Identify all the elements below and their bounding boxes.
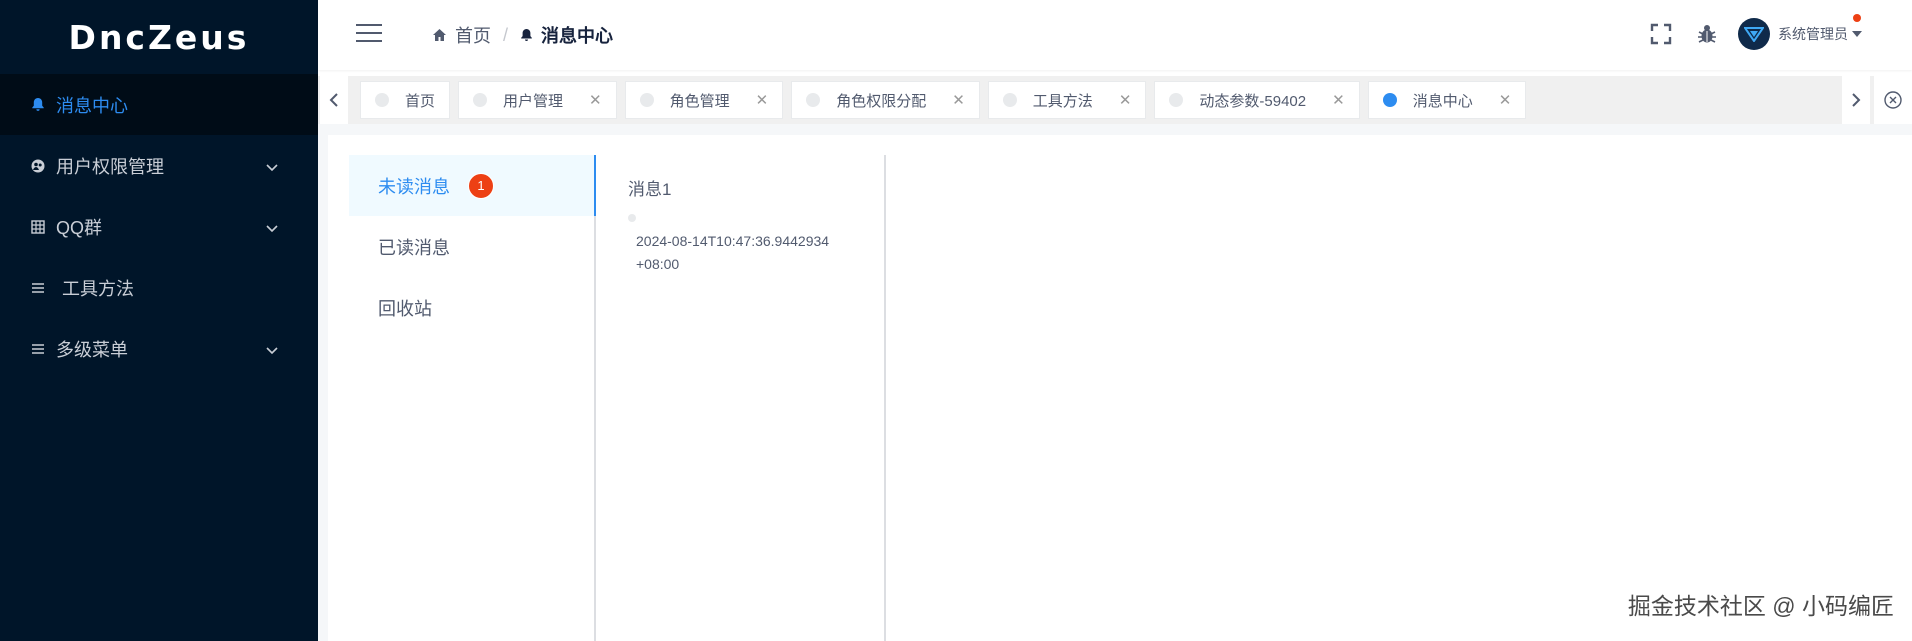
tag-tools[interactable]: 工具方法 ✕ (987, 81, 1147, 119)
grid-icon (28, 219, 48, 234)
close-icon[interactable]: ✕ (756, 91, 769, 109)
scroll-right-button[interactable] (1842, 76, 1870, 124)
tag-user-management[interactable]: 用户管理 ✕ (458, 81, 617, 119)
chevron-down-icon (266, 338, 278, 359)
sidebar-item-label: QQ群 (56, 217, 103, 238)
tag-label: 工具方法 (1032, 92, 1093, 110)
sidebar-item-message-center[interactable]: 消息中心 (0, 74, 318, 135)
bug-icon[interactable] (1696, 23, 1718, 45)
close-icon[interactable]: ✕ (1499, 91, 1512, 109)
breadcrumb-label: 首页 (455, 26, 491, 46)
tag-dot (473, 93, 488, 107)
tag-dot (1002, 93, 1017, 107)
menu-item-label: 已读消息 (378, 237, 450, 258)
tag-list: 首页 用户管理 ✕ 角色管理 ✕ 角色权限分配 ✕ 工具方法 ✕ 动态参数-59… (360, 81, 1534, 119)
list-icon (28, 343, 48, 355)
chevron-left-icon (329, 93, 338, 107)
sidebar-item-label: 工具方法 (62, 278, 134, 299)
tag-label: 角色管理 (669, 92, 730, 110)
tag-dot (1382, 93, 1397, 107)
tag-home[interactable]: 首页 (360, 81, 451, 119)
sidebar-item-label: 多级菜单 (56, 339, 128, 360)
close-icon[interactable]: ✕ (1119, 91, 1132, 109)
tag-label: 首页 (405, 92, 436, 110)
watermark: 掘金技术社区 @ 小码编匠 (1627, 593, 1894, 619)
tag-label: 消息中心 (1412, 92, 1473, 110)
menu-item-recycle-bin[interactable]: 回收站 (349, 277, 594, 338)
sidebar-item-tools[interactable]: 工具方法 (0, 257, 318, 318)
tag-dot (375, 93, 389, 107)
breadcrumb-label: 消息中心 (541, 26, 614, 46)
chevron-right-icon (1852, 93, 1861, 107)
caret-down-icon (1852, 31, 1862, 37)
breadcrumb-item-home[interactable]: 首页 (432, 22, 491, 48)
fullscreen-icon[interactable] (1650, 23, 1672, 45)
scroll-left-button[interactable] (320, 76, 348, 124)
menu-item-unread[interactable]: 未读消息 1 (349, 155, 596, 216)
timeline-dot (628, 214, 636, 222)
chevron-down-icon (266, 216, 278, 237)
menu-item-read[interactable]: 已读消息 (349, 216, 594, 277)
breadcrumb-separator: / (503, 24, 509, 45)
header-actions: 系统管理员 (1626, 14, 1862, 50)
sidebar-item-label: 用户权限管理 (56, 156, 164, 177)
app-logo[interactable]: DncZeus (0, 0, 318, 74)
list-icon (28, 282, 48, 294)
unread-count-badge: 1 (468, 172, 494, 199)
avatar (1738, 18, 1770, 50)
breadcrumb-item-current: 消息中心 (520, 22, 613, 48)
tag-role-management[interactable]: 角色管理 ✕ (624, 81, 784, 119)
close-icon[interactable]: ✕ (1332, 91, 1345, 109)
close-icon[interactable]: ✕ (589, 91, 602, 109)
bell-icon (520, 28, 533, 42)
tag-dot (806, 93, 821, 107)
tag-label: 动态参数-59402 (1199, 92, 1307, 110)
user-name: 系统管理员 (1778, 26, 1848, 42)
bell-icon (28, 97, 48, 112)
tag-message-center[interactable]: 消息中心 ✕ (1367, 81, 1527, 119)
tag-dot (1169, 93, 1184, 107)
message-title[interactable]: 消息1 (628, 175, 884, 200)
user-dropdown[interactable]: 系统管理员 (1738, 14, 1862, 50)
tags-nav: 首页 用户管理 ✕ 角色管理 ✕ 角色权限分配 ✕ 工具方法 ✕ 动态参数-59… (318, 76, 1912, 124)
close-all-tags-button[interactable] (1874, 76, 1912, 124)
close-icon[interactable]: ✕ (952, 91, 965, 109)
message-category-menu: 未读消息 1 已读消息 回收站 (349, 155, 596, 641)
chevron-down-icon (266, 155, 278, 176)
tag-label: 用户管理 (503, 92, 564, 110)
user-group-icon (28, 159, 48, 173)
message-time: 2024-08-14T10:47:36.9442934+08:00 (636, 233, 830, 272)
tag-dynamic-params[interactable]: 动态参数-59402 ✕ (1154, 81, 1360, 119)
menu-toggle-icon[interactable] (356, 24, 382, 44)
top-header: 首页 / 消息中心 系统管理员 (318, 0, 1912, 70)
notification-dot (1853, 14, 1861, 22)
close-circle-icon (1884, 91, 1902, 109)
home-icon (432, 28, 447, 42)
menu-item-label: 回收站 (378, 298, 432, 319)
sidebar-item-qq-group[interactable]: QQ群 (0, 196, 318, 257)
sidebar-item-label: 消息中心 (56, 95, 128, 116)
breadcrumb: 首页 / 消息中心 (432, 22, 613, 48)
menu-item-label: 未读消息 (378, 176, 450, 197)
sidebar-item-multilevel-menu[interactable]: 多级菜单 (0, 318, 318, 379)
tag-role-permission[interactable]: 角色权限分配 ✕ (791, 81, 980, 119)
tag-label: 角色权限分配 (836, 92, 927, 110)
sidebar: DncZeus 消息中心 用户权限管理 QQ群 工具方法 多级菜单 (0, 0, 318, 641)
list-item[interactable]: 消息1 2024-08-14T10:47:36.9442934+08:00 (598, 155, 884, 276)
message-list: 消息1 2024-08-14T10:47:36.9442934+08:00 (598, 155, 886, 641)
sidebar-item-user-permission[interactable]: 用户权限管理 (0, 135, 318, 196)
tag-dot (639, 93, 654, 107)
